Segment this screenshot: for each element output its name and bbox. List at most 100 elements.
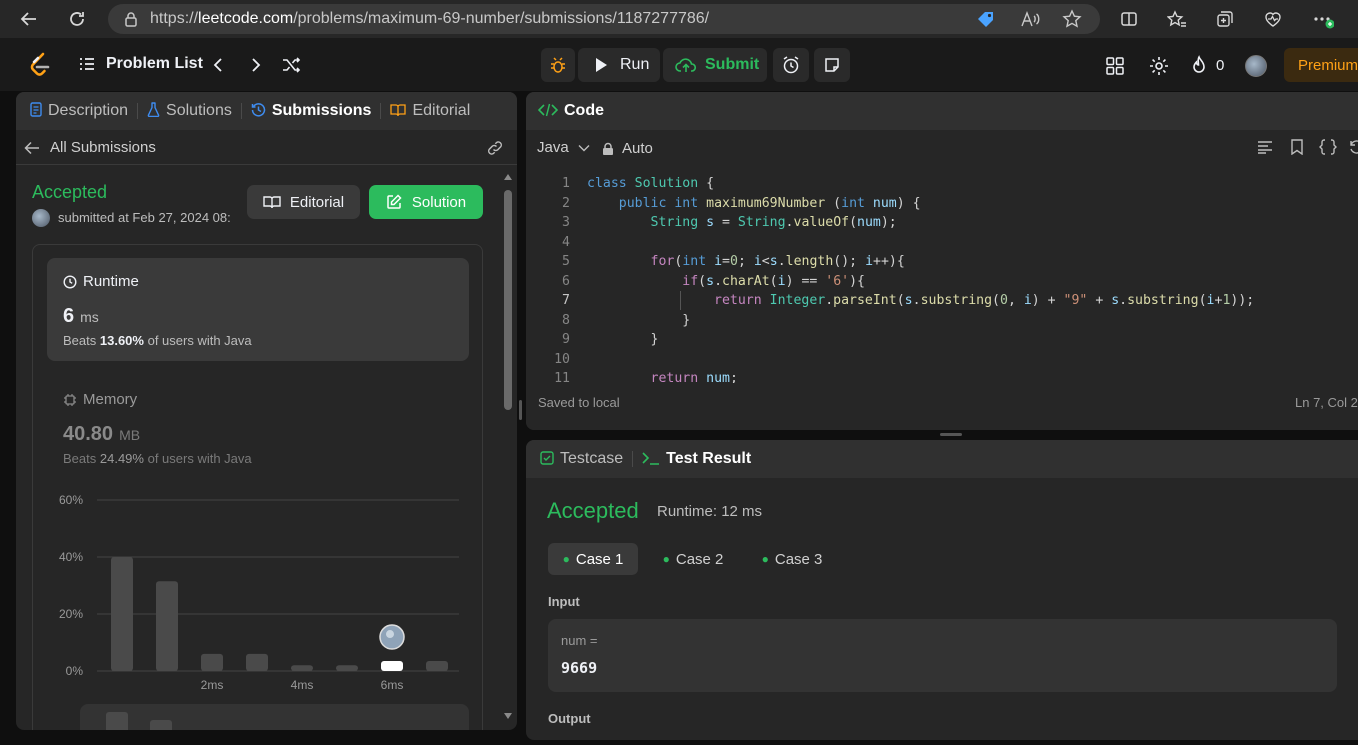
tab-description[interactable]: Description [30,102,128,120]
tag-icon[interactable] [976,10,996,28]
favorites-icon[interactable] [1166,8,1188,30]
line-number: 1 [562,176,570,191]
runtime-card[interactable]: Runtime 6 ms Beats 13.60% of users with … [47,258,469,361]
test-runtime: Runtime: 12 ms [657,503,763,520]
runtime-beats: Beats 13.60% of users with Java [63,333,252,348]
line-number: 10 [554,351,570,367]
y-tick-label: 60% [59,493,83,507]
user-avatar[interactable] [1245,55,1267,77]
run-button[interactable]: Run [578,48,660,82]
x-tick-label: 4ms [291,678,314,690]
next-problem-icon[interactable] [248,57,264,78]
solution-button[interactable]: Solution [369,185,483,219]
streak-counter[interactable]: 0 [1190,55,1224,75]
cloud-upload-icon [675,58,697,72]
browser-essentials-icon[interactable] [1262,8,1284,30]
test-panel: Testcase Test Result Accepted Runtime: 1… [526,440,1358,740]
format-lines-icon[interactable] [1257,140,1273,159]
mode-value: Auto [622,140,653,157]
shuffle-icon[interactable] [281,56,301,79]
saved-status: Saved to local [538,395,620,410]
overview-bar [150,720,172,730]
tab-test-result-label: Test Result [666,450,752,467]
all-submissions-link[interactable]: All Submissions [24,139,156,156]
timer-button[interactable] [773,48,809,82]
memory-unit: MB [119,427,141,443]
case-tab-3[interactable]: ● Case 3 [747,543,837,575]
premium-button[interactable]: Premium [1284,48,1358,82]
chart-bar[interactable] [111,557,133,671]
layout-grid-icon[interactable] [1105,56,1125,81]
line-number: 6 [562,273,570,289]
memory-header[interactable]: Memory [63,391,137,408]
chart-overview-strip[interactable] [80,704,469,730]
case-tab-1[interactable]: ● Case 1 [548,543,638,575]
input-box[interactable]: num = 9669 [548,619,1337,692]
browser-toolbar: https://leetcode.com/problems/maximum-69… [0,0,1358,38]
code-content[interactable]: class Solution { public int maximum69Num… [587,174,1254,383]
tab-editorial[interactable]: Editorial [390,102,470,120]
chart-bar[interactable] [426,661,448,671]
pass-dot-icon: ● [662,552,670,566]
collections-icon[interactable] [1214,8,1236,30]
memory-value: 40.80 [63,423,114,445]
scrollbar-thumb[interactable] [504,190,512,410]
tab-solutions[interactable]: Solutions [147,102,232,120]
settings-gear-icon[interactable] [1148,55,1170,82]
refresh-icon[interactable] [66,8,88,30]
book-icon [390,103,407,120]
line-number: 11 [554,371,570,383]
reset-undo-icon[interactable] [1348,139,1358,160]
chart-bar[interactable] [201,653,223,671]
language-select[interactable]: Java [537,139,590,156]
copy-link-icon[interactable] [486,140,504,161]
code-footer: Saved to local Ln 7, Col 21 [526,383,1358,430]
split-screen-icon[interactable] [1118,8,1140,30]
submission-status: Accepted [32,182,108,202]
left-scrollbar[interactable] [501,172,515,730]
y-tick-label: 20% [59,607,83,621]
leetcode-logo-icon[interactable] [28,52,52,83]
curly-braces-icon[interactable] [1319,139,1337,160]
address-bar[interactable]: https://leetcode.com/problems/maximum-69… [108,4,1100,34]
tab-testcase[interactable]: Testcase [540,450,623,468]
left-panel: Description Solutions Submissions Editor… [16,92,517,730]
tab-code[interactable]: Code [537,102,604,120]
code-editor[interactable]: 1 2 3 4 5 6 7 8 9 10 11 class Solution { public in… [526,170,1358,383]
avatar-detail [386,630,394,639]
chart-bar[interactable] [156,581,178,671]
play-icon [596,58,607,72]
scroll-down-arrow-icon[interactable] [504,713,512,719]
runtime-distribution-chart[interactable]: 60% 40% 20% 0% 2ms 4ms 6ms [47,482,473,690]
case-tab-2[interactable]: ● Case 2 [648,543,738,575]
chip-icon [64,393,76,406]
lock-small-icon [603,142,613,155]
read-aloud-icon[interactable] [1020,10,1040,28]
vertical-resize-handle[interactable] [519,400,522,420]
tab-test-result[interactable]: Test Result [642,450,751,468]
back-arrow-icon[interactable] [18,8,40,30]
debug-button[interactable] [541,48,575,82]
bug-icon [551,57,565,73]
favorite-star-icon[interactable] [1062,9,1082,29]
horizontal-resize-handle[interactable] [940,433,962,436]
more-menu-icon[interactable] [1312,8,1334,30]
prev-problem-icon[interactable] [210,57,226,78]
chart-bar[interactable] [381,661,403,671]
editorial-button[interactable]: Editorial [247,185,360,219]
problem-list-label: Problem List [106,55,203,72]
notes-button[interactable] [814,48,850,82]
chart-bar[interactable] [336,665,358,671]
chart-bar[interactable] [246,653,268,671]
chart-bar[interactable] [291,665,313,671]
tab-submissions[interactable]: Submissions [251,102,371,120]
input-label: Input [548,594,580,609]
problem-list-button[interactable]: Problem List [78,55,203,73]
arrow-left-icon [24,141,39,154]
bookmark-icon[interactable] [1290,139,1304,160]
input-var-value: 9669 [561,659,598,677]
language-value: Java [537,139,569,156]
autocomplete-mode[interactable]: Auto [602,140,653,157]
submit-button[interactable]: Submit [663,48,767,82]
scroll-up-arrow-icon[interactable] [504,174,512,180]
